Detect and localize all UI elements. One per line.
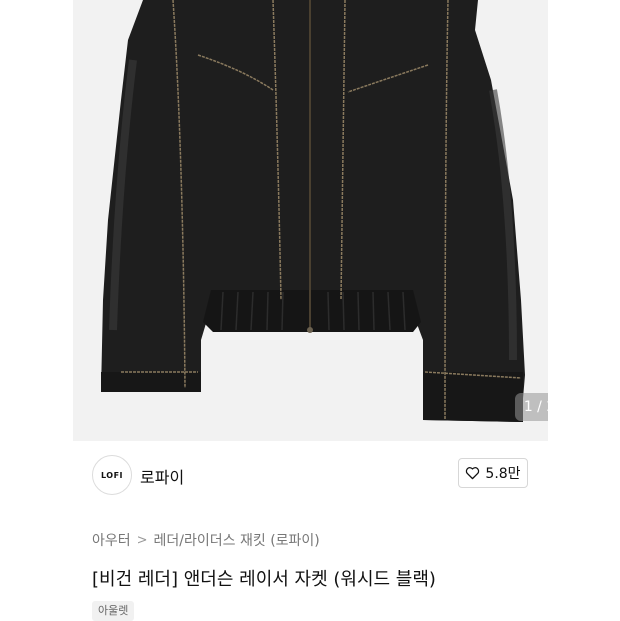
heart-icon xyxy=(466,467,480,480)
brand-row: LOFI 로파이 5.8만 xyxy=(92,455,530,495)
product-title: [비건 레더] 앤더슨 레이서 자켓 (워시드 블랙) xyxy=(92,569,436,590)
brand-name[interactable]: 로파이 xyxy=(140,464,184,488)
breadcrumb-item-subcategory[interactable]: 레더/라이더스 재킷 (로파이) xyxy=(154,530,320,550)
breadcrumb: 아우터 > 레더/라이더스 재킷 (로파이) xyxy=(92,530,320,550)
breadcrumb-item-category[interactable]: 아우터 xyxy=(92,530,131,550)
product-image xyxy=(101,0,525,422)
like-button[interactable]: 5.8만 xyxy=(458,458,528,488)
image-counter: 1 / 21 xyxy=(515,393,548,421)
product-image-area[interactable]: 1 / 21 xyxy=(73,0,548,441)
like-count: 5.8만 xyxy=(485,466,521,482)
outlet-tag: 아울렛 xyxy=(92,601,135,621)
brand-logo[interactable]: LOFI xyxy=(92,455,132,495)
chevron-right-icon: > xyxy=(136,532,148,548)
